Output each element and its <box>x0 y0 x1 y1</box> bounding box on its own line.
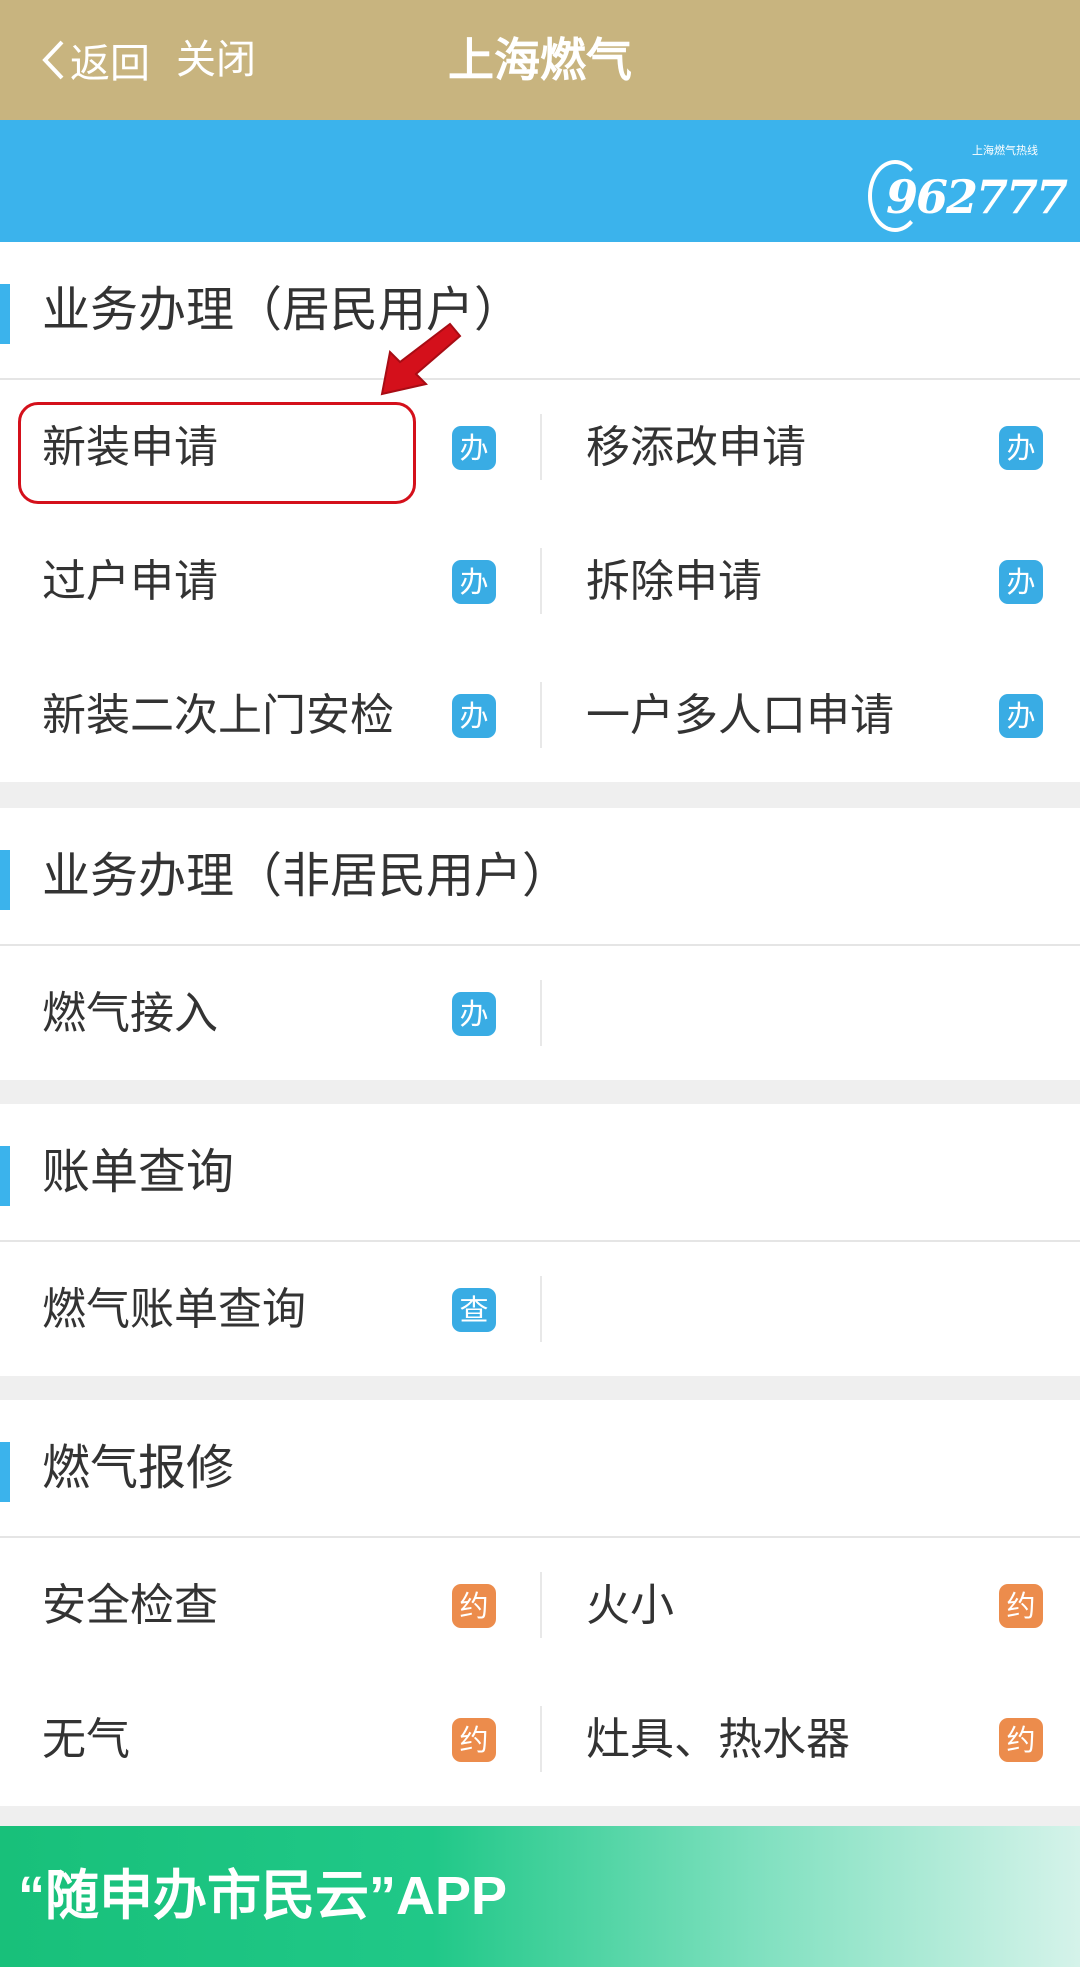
hotline-logo: 上海燃气热线 962777 <box>864 132 1068 232</box>
badge-handle-icon: 办 <box>999 426 1043 470</box>
item-transfer[interactable]: 过户申请 办 <box>0 514 540 648</box>
item-no-gas[interactable]: 无气 约 <box>0 1672 540 1806</box>
top-nav-bar: 返回 关闭 上海燃气 <box>0 0 1080 120</box>
section-header: 燃气报修 <box>0 1400 1080 1538</box>
item-gas-connection[interactable]: 燃气接入 办 <box>0 946 540 1080</box>
item-new-install[interactable]: 新装申请 办 <box>0 380 540 514</box>
item-label: 移添改申请 <box>586 422 806 473</box>
badge-handle-icon: 办 <box>999 560 1043 604</box>
item-label: 燃气账单查询 <box>42 1284 306 1335</box>
badge-handle-icon: 办 <box>999 694 1043 738</box>
item-label: 无气 <box>42 1714 130 1765</box>
item-label: 安全检查 <box>42 1580 218 1631</box>
grid-row: 过户申请 办 拆除申请 办 <box>0 514 1080 648</box>
section-header: 账单查询 <box>0 1104 1080 1242</box>
grid-row: 燃气账单查询 查 <box>0 1242 1080 1376</box>
section-header: 业务办理（居民用户） <box>0 242 1080 380</box>
badge-handle-icon: 办 <box>452 426 496 470</box>
section-title: 业务办理（非居民用户） <box>42 848 571 904</box>
divider <box>540 1276 542 1342</box>
section-title: 燃气报修 <box>42 1440 235 1496</box>
item-label: 拆除申请 <box>586 556 762 607</box>
badge-handle-icon: 办 <box>452 992 496 1036</box>
item-second-inspection[interactable]: 新装二次上门安检 办 <box>0 648 540 782</box>
badge-handle-icon: 办 <box>452 694 496 738</box>
logo-caption: 上海燃气热线 <box>972 144 1038 157</box>
item-label: 新装二次上门安检 <box>42 690 394 741</box>
grid-row: 无气 约 灶具、热水器 约 <box>0 1672 1080 1806</box>
item-gas-bill-query[interactable]: 燃气账单查询 查 <box>0 1242 540 1376</box>
item-label: 燃气接入 <box>42 988 218 1039</box>
item-relocate-modify[interactable]: 移添改申请 办 <box>540 380 1080 514</box>
badge-appointment-icon: 约 <box>999 1584 1043 1628</box>
divider <box>540 980 542 1046</box>
logo-number: 962777 <box>886 170 1068 224</box>
app-promo-banner[interactable]: “随申办市民云”APP <box>0 1826 1080 1967</box>
item-removal[interactable]: 拆除申请 办 <box>540 514 1080 648</box>
badge-handle-icon: 办 <box>452 560 496 604</box>
badge-appointment-icon: 约 <box>999 1718 1043 1762</box>
red-arrow-icon <box>380 322 462 396</box>
item-label: 过户申请 <box>42 556 218 607</box>
item-label: 火小 <box>586 1580 674 1631</box>
item-safety-check[interactable]: 安全检查 约 <box>0 1538 540 1672</box>
grid-row: 安全检查 约 火小 约 <box>0 1538 1080 1672</box>
page-title: 上海燃气 <box>448 33 632 87</box>
section-resident: 业务办理（居民用户） 新装申请 办 移添改申请 办 过户申请 办 拆除申请 办 … <box>0 242 1080 782</box>
section-bill-query: 账单查询 燃气账单查询 查 <box>0 1104 1080 1376</box>
section-non-resident: 业务办理（非居民用户） 燃气接入 办 <box>0 808 1080 1080</box>
item-low-flame[interactable]: 火小 约 <box>540 1538 1080 1672</box>
badge-appointment-icon: 约 <box>452 1584 496 1628</box>
grid-row: 新装二次上门安检 办 一户多人口申请 办 <box>0 648 1080 782</box>
section-repair: 燃气报修 安全检查 约 火小 约 无气 约 灶具、热水器 约 <box>0 1400 1080 1806</box>
section-accent-bar <box>0 1442 10 1502</box>
grid-row: 燃气接入 办 <box>0 946 1080 1080</box>
header-banner: 上海燃气热线 962777 <box>0 120 1080 242</box>
badge-query-icon: 查 <box>452 1288 496 1332</box>
section-accent-bar <box>0 850 10 910</box>
badge-appointment-icon: 约 <box>452 1718 496 1762</box>
item-multi-person[interactable]: 一户多人口申请 办 <box>540 648 1080 782</box>
item-label: 新装申请 <box>42 422 218 473</box>
section-header: 业务办理（非居民用户） <box>0 808 1080 946</box>
section-accent-bar <box>0 1146 10 1206</box>
section-title: 账单查询 <box>42 1144 235 1200</box>
item-label: 一户多人口申请 <box>586 690 894 741</box>
grid-row: 新装申请 办 移添改申请 办 <box>0 380 1080 514</box>
promo-text: “随申办市民云”APP <box>18 1866 508 1926</box>
item-label: 灶具、热水器 <box>586 1714 850 1765</box>
item-stove-heater[interactable]: 灶具、热水器 约 <box>540 1672 1080 1806</box>
section-accent-bar <box>0 284 10 344</box>
